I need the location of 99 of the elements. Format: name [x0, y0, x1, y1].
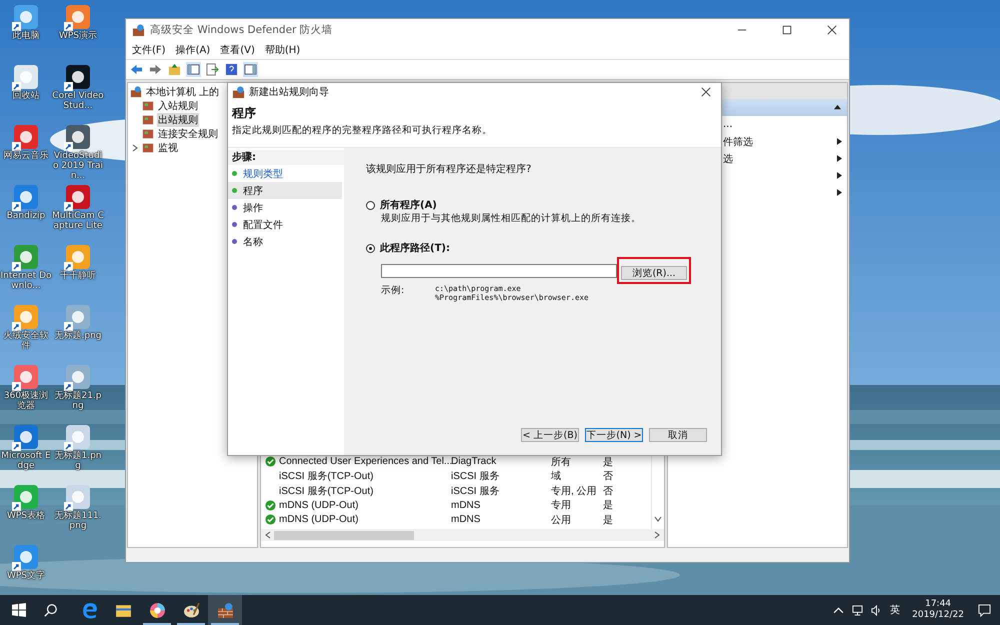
desktop-icon-label[interactable]: 此电脑: [0, 31, 52, 41]
desktop-icon-label[interactable]: 回收站: [0, 91, 52, 101]
question-text: 该规则应用于所有程序还是特定程序?: [366, 162, 532, 176]
firewall-app-icon: [132, 24, 145, 36]
steps-heading: 步骤:: [228, 150, 344, 165]
submenu-arrow-icon[interactable]: [837, 155, 842, 162]
dialog-button[interactable]: 下一步(N) >: [585, 428, 643, 442]
close-icon[interactable]: [827, 25, 837, 35]
table-cell-text: 专用, 公用: [551, 484, 598, 498]
menu-item[interactable]: 文件(F): [132, 43, 166, 57]
firewall-app-icon: [232, 86, 245, 98]
input-method-indicator[interactable]: 英: [890, 603, 900, 617]
menu-item[interactable]: 帮助(H): [264, 43, 300, 57]
horizontal-scrollbar[interactable]: [261, 529, 664, 541]
console-tree-icon[interactable]: [186, 62, 201, 77]
action-item[interactable]: ...: [723, 119, 733, 130]
forward-arrow-icon[interactable]: [148, 62, 163, 77]
program-path-field[interactable]: [381, 264, 617, 278]
table-cell-text: 否: [603, 484, 614, 498]
notification-icon[interactable]: [978, 604, 991, 616]
step-item[interactable]: 配置文件: [228, 216, 342, 233]
scrollbar-thumb[interactable]: [274, 530, 414, 540]
close-icon[interactable]: [701, 87, 711, 97]
dialog-button[interactable]: 取消: [649, 428, 707, 442]
table-cell-text: 是: [603, 499, 614, 512]
table-cell-text: DiagTrack: [451, 456, 498, 468]
step-item[interactable]: 操作: [228, 199, 342, 216]
submenu-arrow-icon[interactable]: [837, 172, 842, 179]
chevron-right-icon[interactable]: [131, 144, 139, 152]
example-label: 示例:: [381, 284, 406, 298]
page-description: 指定此规则匹配的程序的完整程序路径和可执行程序名称。: [232, 124, 493, 137]
table-cell-text: 专用: [551, 498, 572, 512]
menu-item[interactable]: 查看(V): [220, 43, 255, 57]
tree-item[interactable]: 入站规则: [157, 99, 199, 113]
maximize-icon[interactable]: [782, 25, 792, 35]
table-cell-text: mDNS: [451, 500, 482, 511]
step-item[interactable]: 程序: [228, 182, 342, 199]
action-pane-icon[interactable]: [243, 62, 258, 77]
desktop-icon-label[interactable]: WPS演示: [52, 31, 104, 41]
firewall-app-icon: [130, 86, 142, 98]
paint-palette-icon: [182, 602, 200, 618]
tree-item[interactable]: 连接安全规则: [157, 127, 219, 141]
window-title: 高级安全 Windows Defender 防火墙: [150, 23, 333, 37]
desktop-icon-label[interactable]: 网易云音乐: [0, 151, 52, 161]
radio-button[interactable]: [366, 200, 375, 210]
tree-item[interactable]: 本地计算机 上的: [145, 85, 220, 99]
windows-start-icon[interactable]: [12, 603, 26, 617]
submenu-arrow-icon[interactable]: [837, 138, 842, 145]
action-item[interactable]: 选: [723, 152, 733, 166]
network-icon[interactable]: [852, 604, 864, 616]
scroll-down-icon[interactable]: [654, 515, 662, 523]
table-cell-text: iSCSI 服务(TCP-Out): [279, 484, 374, 498]
radio-label[interactable]: 此程序路径(T):: [380, 241, 450, 255]
step-item[interactable]: 名称: [228, 233, 342, 250]
page-heading: 程序: [232, 105, 257, 122]
table-cell-text: 公用: [551, 514, 572, 527]
table-cell-text: 域: [551, 470, 562, 484]
table-cell-text: iSCSI 服务: [451, 484, 500, 498]
desktop-icon-label[interactable]: 无标题21.png: [52, 391, 104, 411]
collapse-up-icon[interactable]: [834, 104, 841, 111]
desktop-icon-label[interactable]: Microsoft Edge: [0, 451, 52, 471]
table-cell-text: 是: [603, 514, 614, 527]
tree-item[interactable]: 监视: [157, 141, 179, 155]
action-item[interactable]: 件筛选: [723, 134, 753, 148]
tree-item[interactable]: 出站规则: [157, 113, 199, 127]
back-arrow-icon[interactable]: [129, 62, 144, 77]
firewall-app-icon: [216, 602, 234, 618]
scroll-right-icon[interactable]: [653, 531, 661, 539]
desktop-icon-label[interactable]: 无标题1.png: [52, 451, 104, 471]
help-icon[interactable]: [224, 62, 239, 77]
table-cell-text: 是: [603, 456, 614, 469]
clock-date[interactable]: 2019/12/22: [912, 610, 964, 621]
desktop-icon-label[interactable]: 无标题111.png: [52, 511, 104, 531]
table-cell: mDNS (UDP-Out): [279, 500, 358, 511]
folder-up-icon[interactable]: [167, 62, 182, 77]
table-cell-text: iSCSI 服务: [451, 470, 500, 484]
dialog-button[interactable]: < 上一步(B): [521, 428, 579, 442]
export-icon[interactable]: [205, 62, 220, 77]
table-cell-text: iSCSI 服务(TCP-Out): [279, 470, 374, 484]
step-item[interactable]: 规则类型: [228, 165, 342, 182]
table-cell: mDNS (UDP-Out): [279, 514, 358, 526]
submenu-arrow-icon[interactable]: [837, 189, 842, 196]
table-cell-text: 所有: [551, 456, 572, 469]
table-cell: Connected User Experiences and Tel...: [279, 456, 452, 468]
table-cell-text: 否: [603, 470, 614, 484]
scroll-left-icon[interactable]: [264, 531, 272, 539]
search-icon[interactable]: [44, 603, 58, 617]
desktop-icon-label[interactable]: Corel VideoStud...: [52, 91, 104, 111]
desktop-icon-label[interactable]: VideoStudio 2019 Train...: [52, 151, 104, 181]
clock-time[interactable]: 17:44: [925, 599, 952, 610]
speaker-icon[interactable]: [871, 604, 882, 616]
dialog-title: 新建出站规则向导: [249, 86, 329, 99]
option-description: 规则应用于与其他规则属性相匹配的计算机上的所有连接。: [380, 212, 642, 225]
browse-button[interactable]: 浏览(R)...: [621, 266, 687, 280]
menu-item[interactable]: 操作(A): [176, 43, 210, 57]
desktop-icon-label[interactable]: 360极速浏览器: [0, 391, 52, 411]
table-cell-text: mDNS: [451, 514, 482, 526]
radio-button[interactable]: [366, 244, 375, 252]
radio-label[interactable]: 所有程序(A): [380, 198, 437, 212]
